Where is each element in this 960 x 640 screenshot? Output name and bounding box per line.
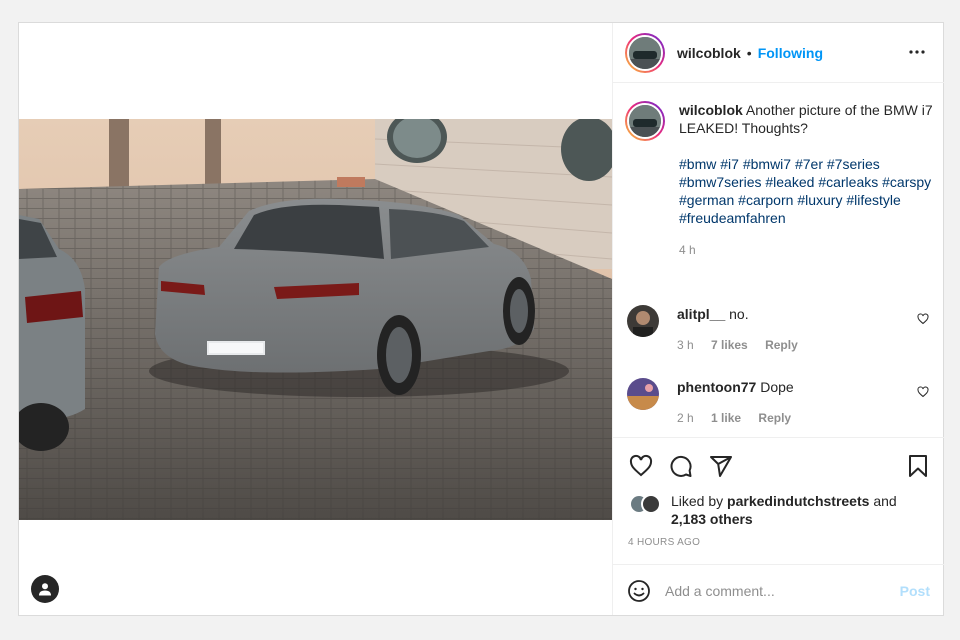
comment-likes[interactable]: 1 like [711, 411, 741, 425]
comments-section[interactable]: wilcoblok Another picture of the BMW i7 … [613, 83, 944, 437]
more-horizontal-icon[interactable] [908, 43, 926, 61]
caption-username[interactable]: wilcoblok [679, 102, 743, 118]
caption-hashtags: #bmw #i7 #bmwi7 #7er #7series #bmw7serie… [679, 155, 935, 227]
liker-avatars[interactable] [629, 492, 663, 516]
car-avatar-image [629, 36, 661, 69]
comment-input[interactable] [665, 582, 885, 599]
comment-avatar[interactable] [627, 378, 659, 410]
comment-time[interactable]: 3 h [677, 338, 694, 352]
post-media [19, 23, 612, 615]
reply-button[interactable]: Reply [758, 411, 791, 425]
liked-by-prefix: Liked by [671, 493, 724, 509]
comment-text: no. [729, 306, 749, 322]
add-comment-bar: Post [613, 564, 944, 616]
heart-icon[interactable] [917, 386, 929, 398]
reply-button[interactable]: Reply [765, 338, 798, 352]
comment-time[interactable]: 2 h [677, 411, 694, 425]
bookmark-icon[interactable] [907, 454, 929, 478]
like-heart-icon[interactable] [629, 454, 653, 478]
hashtag-link[interactable]: #lifestyle [846, 192, 900, 208]
comment-avatar[interactable] [627, 305, 659, 337]
caption: wilcoblok Another picture of the BMW i7 … [625, 101, 935, 259]
post-card: wilcoblok • Following wilcoblok Another … [18, 22, 944, 616]
hashtag-link[interactable]: #carspy [882, 174, 931, 190]
share-icon[interactable] [709, 454, 733, 478]
hashtag-link[interactable]: #7series [827, 156, 880, 172]
hashtag-link[interactable]: #carporn [738, 192, 793, 208]
heart-icon[interactable] [917, 313, 929, 325]
person-avatar-image [627, 305, 659, 337]
tagged-user-icon[interactable] [31, 575, 59, 603]
comment-icon[interactable] [669, 454, 693, 478]
hashtag-link[interactable]: #german [679, 192, 734, 208]
hashtag-link[interactable]: #7er [795, 156, 823, 172]
person-icon [39, 583, 51, 596]
post-photo[interactable] [19, 119, 612, 520]
likes-count[interactable]: 2,183 others [671, 511, 753, 527]
comment-item: alitpl__ no. 3 h 7 likes Reply [627, 305, 931, 354]
comment-likes[interactable]: 7 likes [711, 338, 748, 352]
comment-username[interactable]: alitpl__ [677, 306, 725, 322]
post-timestamp[interactable]: 4 HOURS AGO [628, 537, 700, 548]
comment-item: phentoon77 Dope 2 h 1 like Reply [627, 378, 931, 427]
hashtag-link[interactable]: #freudeamfahren [679, 210, 786, 226]
comment-username[interactable]: phentoon77 [677, 379, 756, 395]
caption-time[interactable]: 4 h [679, 243, 696, 257]
post-header: wilcoblok • Following [613, 23, 944, 83]
post-sidebar: wilcoblok • Following wilcoblok Another … [612, 23, 944, 615]
car-photo-illustration [19, 119, 612, 520]
caption-avatar[interactable] [625, 101, 665, 141]
likes-summary: Liked by parkedindutchstreets and 2,183 … [629, 492, 897, 528]
author-username[interactable]: wilcoblok [677, 45, 741, 61]
hashtag-link[interactable]: #leaked [765, 174, 814, 190]
separator-dot: • [746, 44, 752, 61]
author-avatar[interactable] [625, 32, 665, 73]
hashtag-link[interactable]: #carleaks [818, 174, 878, 190]
comment-text: Dope [760, 379, 794, 395]
hashtag-link[interactable]: #luxury [797, 192, 842, 208]
hashtag-link[interactable]: #bmw [679, 156, 716, 172]
following-button[interactable]: Following [758, 45, 823, 61]
post-actions: Liked by parkedindutchstreets and 2,183 … [613, 437, 944, 615]
car-avatar-image [629, 105, 661, 137]
landscape-avatar-image [627, 378, 659, 410]
liked-by-and: and [873, 493, 897, 509]
hashtag-link[interactable]: #bmw7series [679, 174, 761, 190]
liked-by-user[interactable]: parkedindutchstreets [727, 493, 869, 509]
emoji-icon[interactable] [627, 579, 651, 603]
post-comment-button[interactable]: Post [900, 583, 930, 599]
hashtag-link[interactable]: #i7 [720, 156, 739, 172]
hashtag-link[interactable]: #bmwi7 [743, 156, 791, 172]
